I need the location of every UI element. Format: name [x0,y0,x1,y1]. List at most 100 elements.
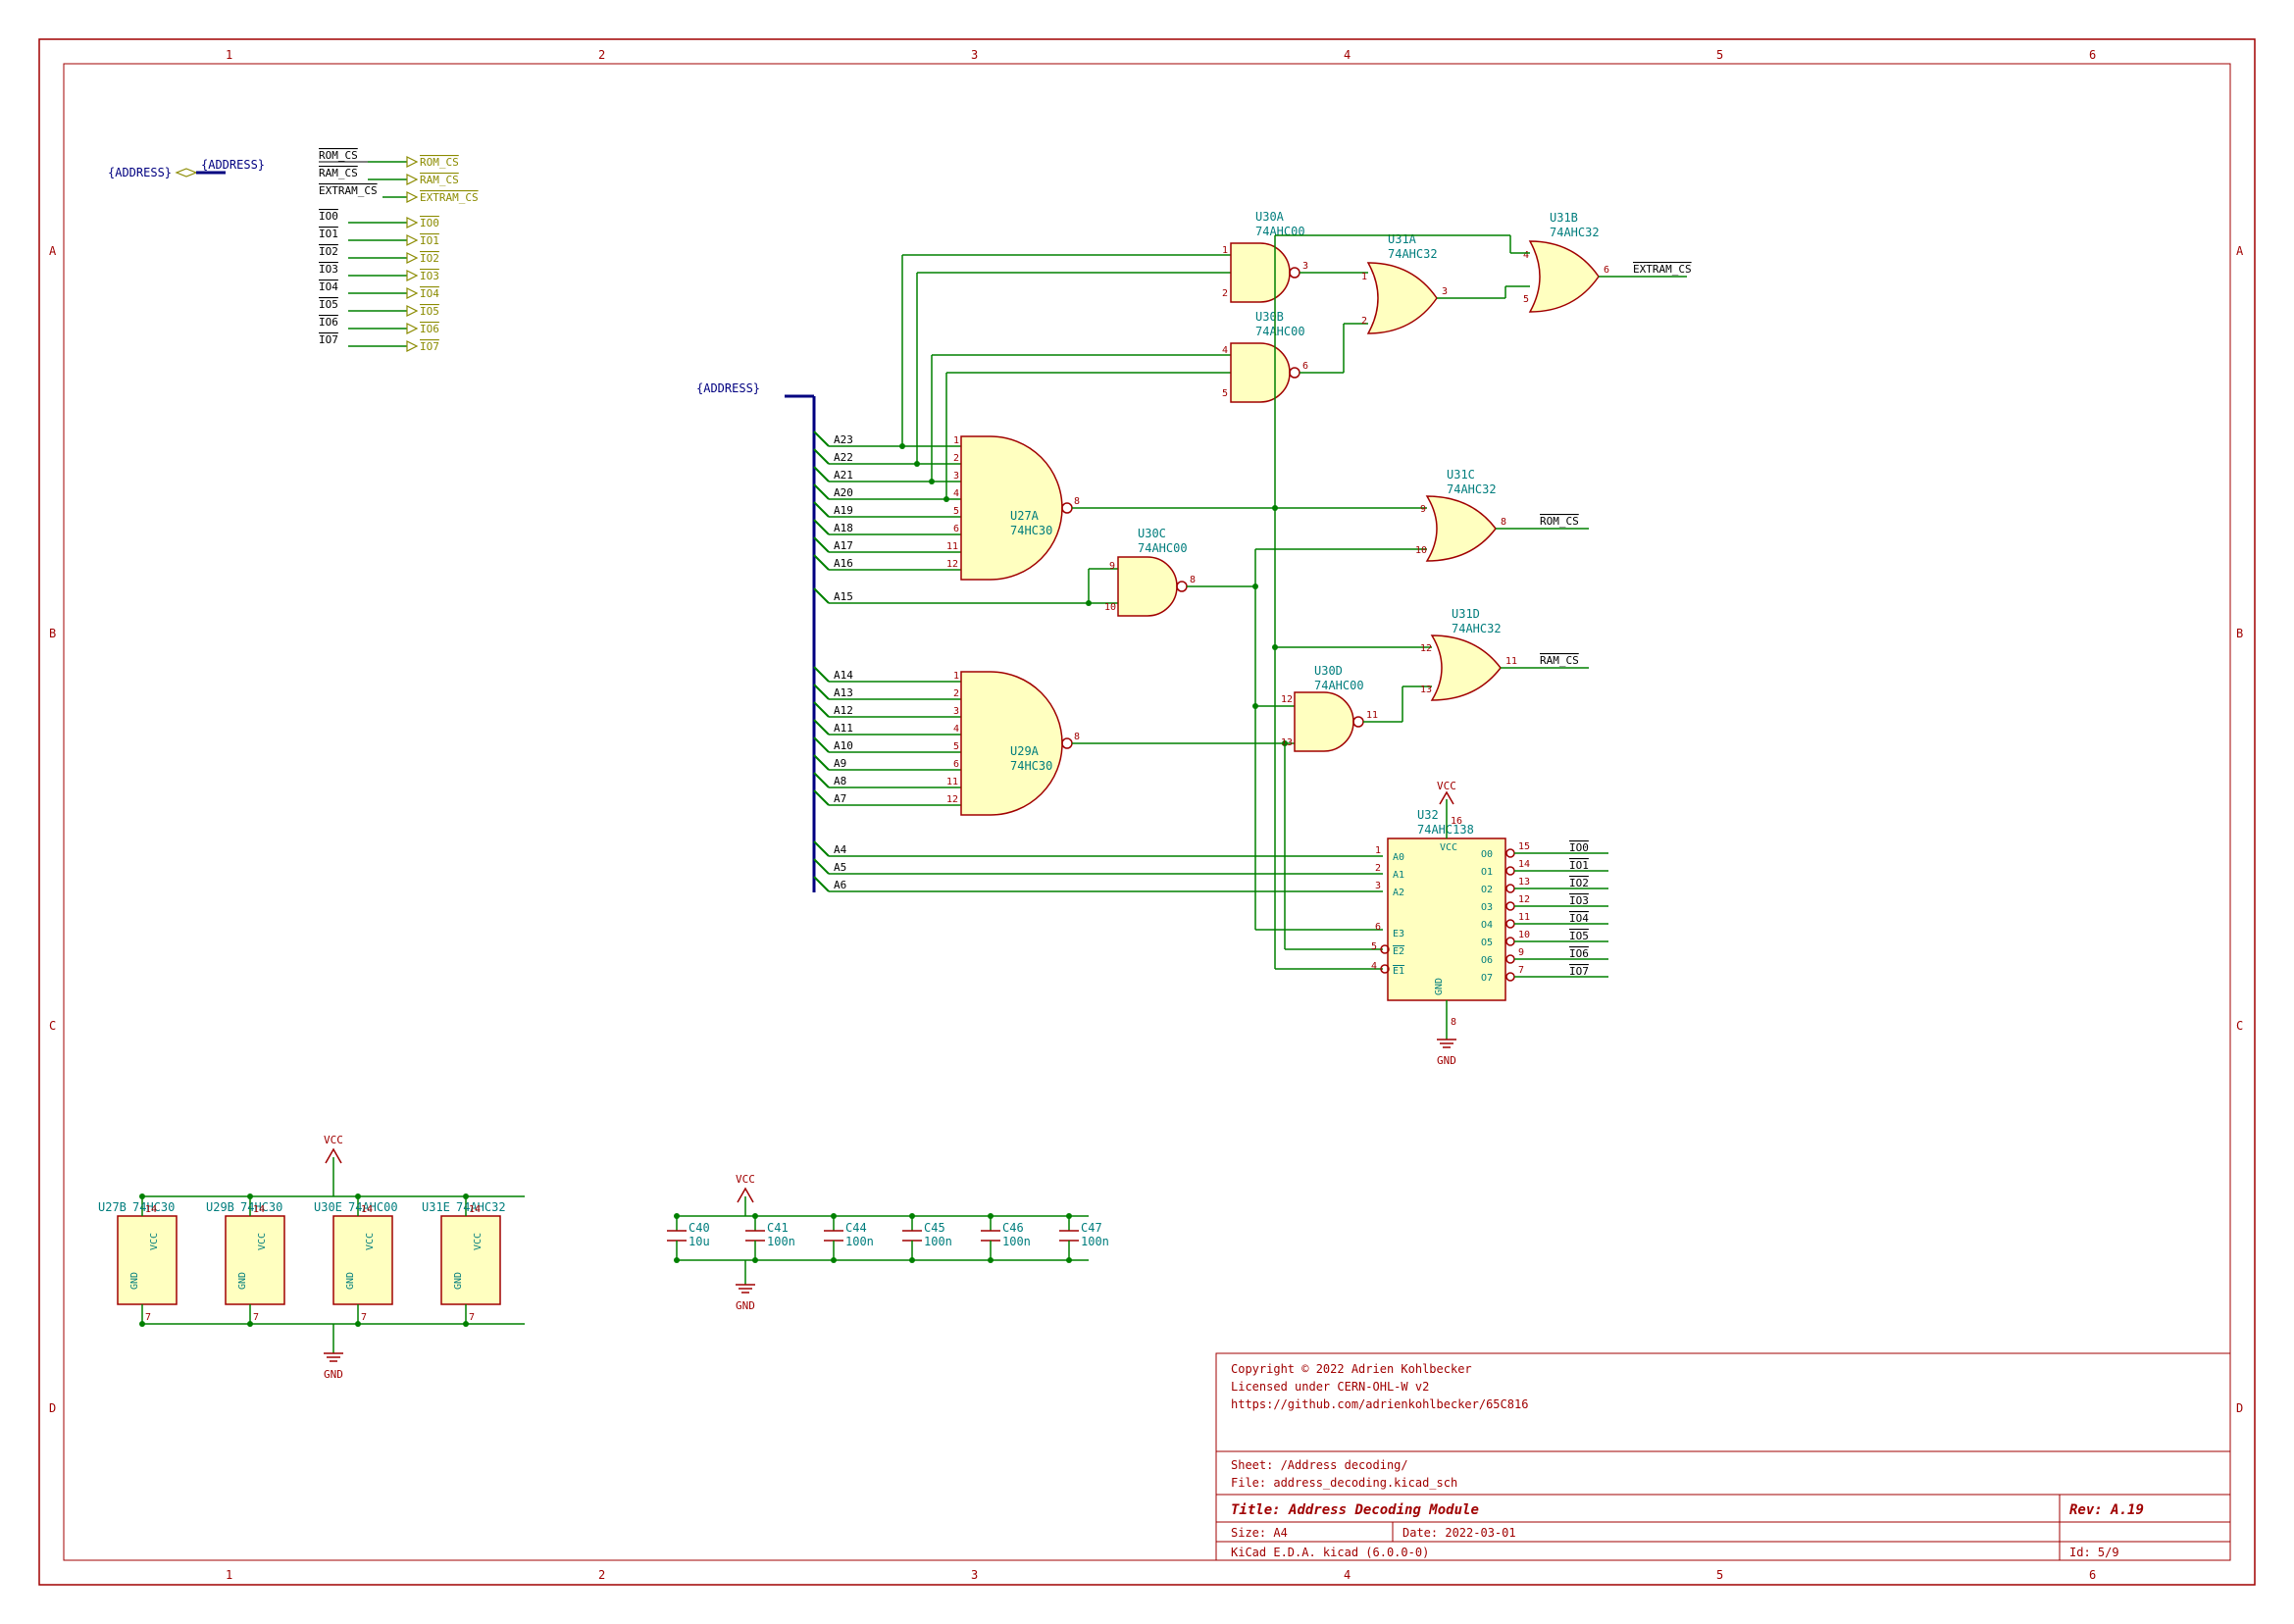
svg-text:IO3: IO3 [1569,894,1589,907]
svg-text:10: 10 [1104,602,1116,613]
svg-text:A11: A11 [834,722,853,735]
svg-text:O4: O4 [1481,920,1493,931]
svg-text:IO5: IO5 [319,298,338,311]
svg-text:O1: O1 [1481,867,1493,878]
svg-text:9: 9 [1518,947,1524,958]
svg-text:U27B: U27B [98,1200,127,1214]
svg-text:6: 6 [2089,1568,2096,1582]
svg-text:U29B: U29B [206,1200,234,1214]
svg-text:2: 2 [1375,863,1381,874]
svg-text:IO0: IO0 [1569,841,1589,854]
svg-text:100n: 100n [1081,1235,1109,1248]
svg-text:O3: O3 [1481,902,1493,913]
gate-U30A: 1 2 3 U30A 74AHC00 [1222,210,1368,302]
svg-text:IO2: IO2 [319,245,338,258]
svg-text:D: D [49,1401,56,1415]
bus-label-address: {ADDRESS} [696,381,760,395]
svg-text:IO1: IO1 [1569,859,1589,872]
svg-text:Date: 2022-03-01: Date: 2022-03-01 [1402,1526,1516,1540]
svg-text:A7: A7 [834,792,846,805]
svg-text:A14: A14 [834,669,853,682]
svg-text:A13: A13 [834,686,853,699]
svg-text:A1: A1 [1393,870,1404,881]
svg-text:U30E: U30E [314,1200,342,1214]
sheet-pin-address: {ADDRESS} [108,166,172,179]
svg-text:11: 11 [1366,710,1378,721]
svg-text:100n: 100n [1002,1235,1031,1248]
breakout-lower: A14 1 A13 2 A12 3 A11 4 A10 5 A9 6 A8 11 [814,667,1285,815]
svg-text:A9: A9 [834,757,846,770]
svg-text:C47: C47 [1081,1221,1102,1235]
svg-text:14: 14 [145,1204,157,1215]
svg-text:74HC30: 74HC30 [1010,524,1052,537]
svg-text:1: 1 [226,1568,232,1582]
svg-text:Id: 5/9: Id: 5/9 [2069,1546,2119,1559]
gate-U30B: 4 5 6 U30B 74AHC00 [1222,310,1368,402]
svg-text:A10: A10 [834,739,853,752]
svg-text:1: 1 [1375,845,1381,856]
svg-text:74AHC00: 74AHC00 [1314,679,1364,692]
svg-text:10: 10 [1518,930,1530,940]
svg-text:74AHC138: 74AHC138 [1417,823,1474,837]
svg-text:11: 11 [1518,912,1530,923]
svg-text:8: 8 [1501,517,1506,528]
svg-text:O5: O5 [1481,938,1493,948]
svg-text:7: 7 [469,1312,475,1323]
svg-text:12: 12 [1518,894,1530,905]
svg-text:2: 2 [953,688,959,699]
svg-text:6: 6 [1302,361,1308,372]
svg-text:Licensed under CERN-OHL-W v2: Licensed under CERN-OHL-W v2 [1231,1380,1429,1394]
gate-U31C: 9 10 8 U31C 74AHC32 ROM_CS [1252,468,1589,589]
svg-text:GND: GND [237,1272,248,1290]
svg-text:2: 2 [1361,316,1367,327]
svg-text:A: A [2236,244,2244,258]
svg-text:1: 1 [226,48,232,62]
legend-rom-cs: ROM_CS ROM_CS [319,149,459,169]
decoder-U32: U32 74AHC138 VCC VCC 16 GND 8 GND 1A0 2A… [1371,780,1608,1067]
svg-text:74AHC32: 74AHC32 [1550,226,1600,239]
svg-text:5: 5 [1716,48,1723,62]
legend-io3: IO3IO3 [319,263,439,282]
svg-text:O2: O2 [1481,885,1493,895]
svg-text:GND: GND [324,1368,343,1381]
svg-text:7: 7 [253,1312,259,1323]
svg-text:IO2: IO2 [420,252,439,265]
svg-text:74AHC00: 74AHC00 [1138,541,1188,555]
net-extram-cs: EXTRAM_CS [1633,263,1692,276]
svg-text:IO3: IO3 [319,263,338,276]
drawing-frame-inner [64,64,2230,1560]
svg-text:IO2: IO2 [1569,877,1589,889]
svg-text:U30A: U30A [1255,210,1285,224]
svg-text:Size: A4: Size: A4 [1231,1526,1288,1540]
gate-U31B: 4 5 6 U31B 74AHC32 EXTRAM_CS [1523,211,1692,312]
svg-text:6: 6 [953,524,959,534]
svg-text:4: 4 [1344,1568,1351,1582]
svg-text:4: 4 [1222,345,1228,356]
svg-text:8: 8 [1190,575,1196,585]
svg-text:E3: E3 [1393,929,1404,939]
svg-text:A17: A17 [834,539,853,552]
svg-text:A21: A21 [834,469,853,482]
svg-text:A0: A0 [1393,852,1404,863]
svg-text:A23: A23 [834,433,853,446]
svg-text:U29A: U29A [1010,744,1040,758]
cap-C47: C47100n [1059,1213,1109,1263]
svg-text:1: 1 [953,671,959,682]
legend-io5: IO5IO5 [319,298,439,318]
svg-text:12: 12 [1420,643,1432,654]
svg-text:A16: A16 [834,557,853,570]
title-block: Copyright © 2022 Adrien Kohlbecker Licen… [1216,1353,2230,1560]
svg-text:74AHC00: 74AHC00 [348,1200,398,1214]
svg-text:Sheet: /Address decoding/: Sheet: /Address decoding/ [1231,1458,1408,1472]
svg-text:3: 3 [971,1568,978,1582]
svg-text:5: 5 [1222,388,1228,399]
svg-text:74AHC32: 74AHC32 [1388,247,1438,261]
svg-text:VCC: VCC [365,1233,376,1250]
svg-text:U27A: U27A [1010,509,1040,523]
svg-text:IO7: IO7 [420,340,439,353]
tap-lines-upper [899,255,1231,502]
svg-text:13: 13 [1420,685,1432,695]
svg-text:5: 5 [1716,1568,1723,1582]
svg-text:GND: GND [453,1272,464,1290]
svg-text:8: 8 [1451,1017,1456,1028]
